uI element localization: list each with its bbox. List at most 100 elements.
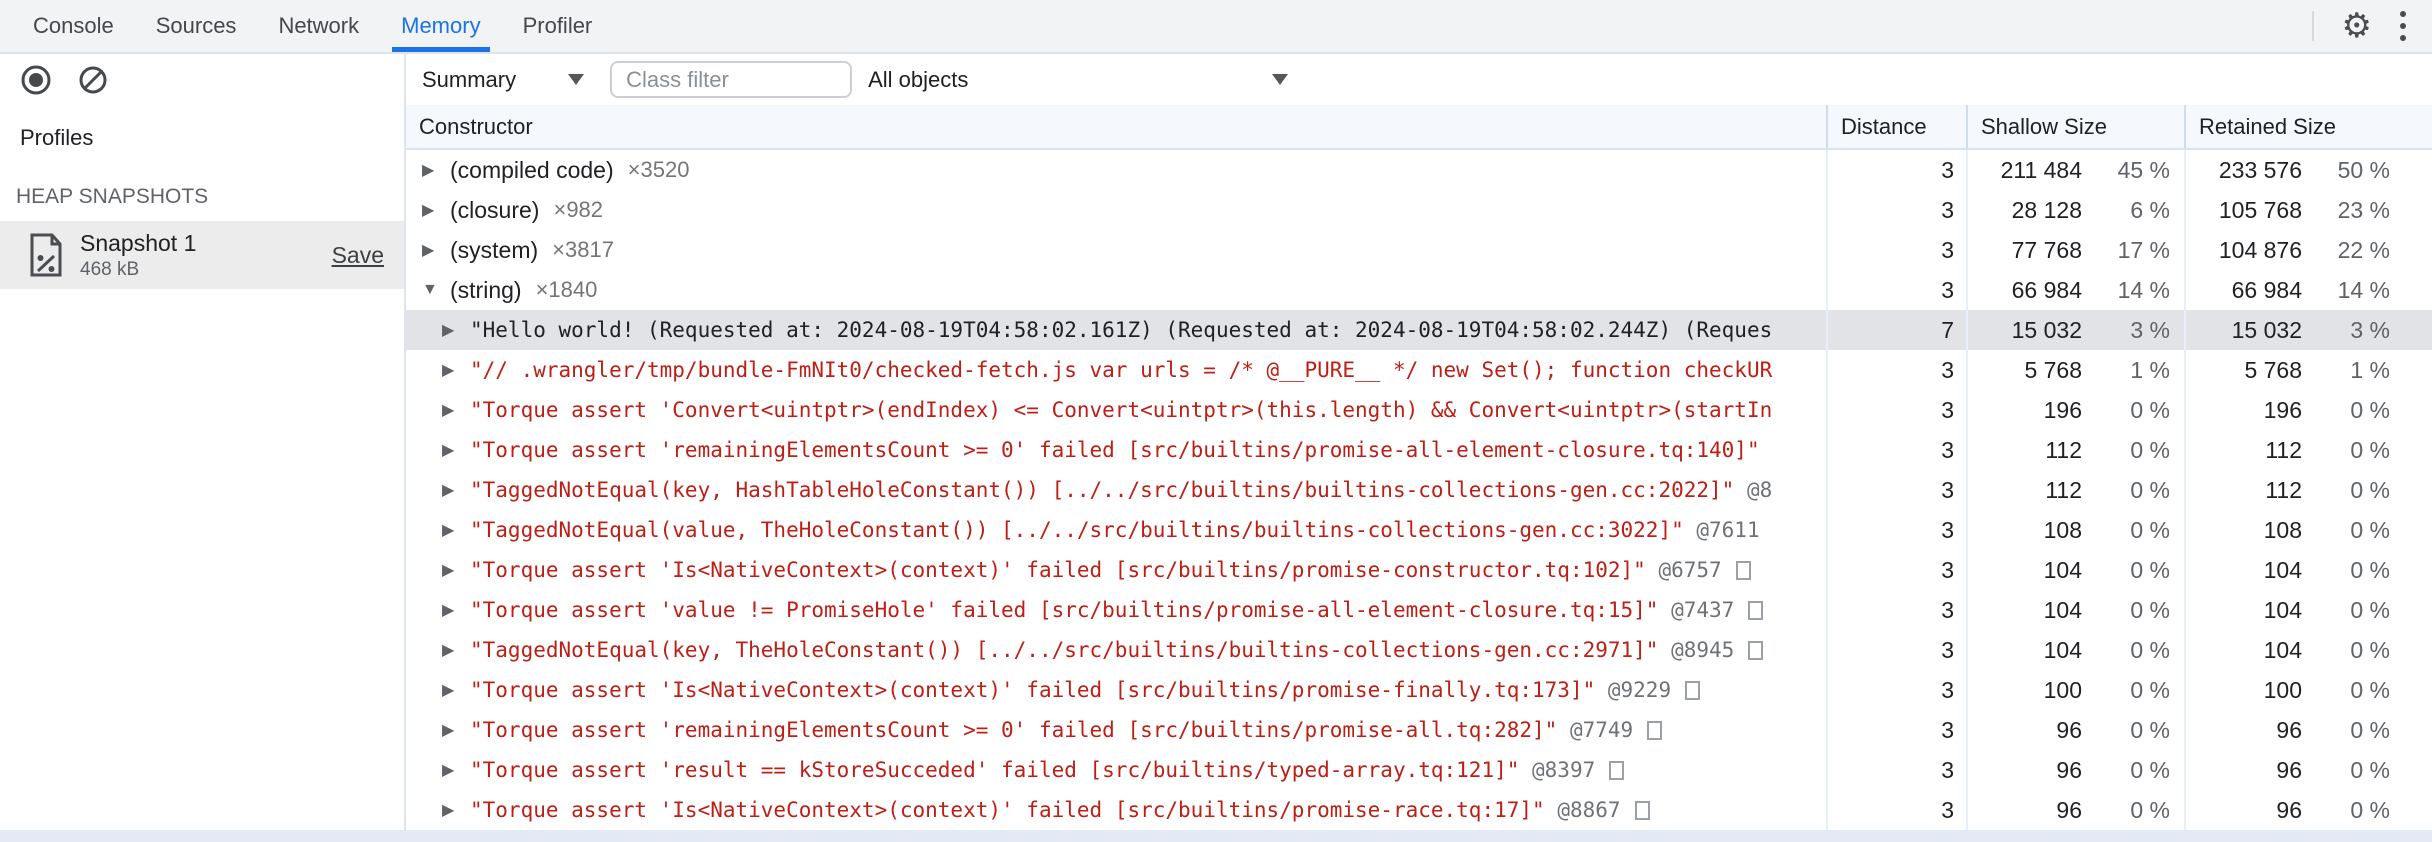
expand-icon[interactable]: ▶: [422, 160, 450, 180]
table-row[interactable]: ▶ (system) ×3817 3 77 768 17 % 104 876 22 %: [406, 230, 2432, 270]
tab-network[interactable]: Network: [257, 0, 380, 52]
heap-snapshot-data-grid: Constructor Distance Shallow Size Retain…: [406, 105, 2432, 830]
shallow-size-percent: 0 %: [2130, 556, 2170, 583]
perspective-select[interactable]: Summary: [422, 66, 585, 93]
constructor-cell: ▶ "Hello world! (Requested at: 2024-08-19…: [406, 310, 1826, 350]
table-row[interactable]: ▶ "Torque assert 'remainingElementsCount …: [406, 710, 2432, 750]
tab-memory[interactable]: Memory: [380, 0, 501, 52]
table-row[interactable]: ▶ "Torque assert 'result == kStoreSuccede…: [406, 750, 2432, 790]
expand-icon[interactable]: ▶: [442, 640, 470, 660]
shallow-size-cell: 104 0 %: [1966, 550, 2184, 590]
collapse-icon[interactable]: ▼: [422, 281, 450, 299]
header-shallow-size[interactable]: Shallow Size: [1966, 105, 2184, 148]
constructor-name: (system): [450, 236, 539, 263]
expand-icon[interactable]: ▶: [442, 320, 470, 340]
shallow-size-value: 96: [2056, 796, 2082, 823]
table-row[interactable]: ▶ "Hello world! (Requested at: 2024-08-19…: [406, 310, 2432, 350]
shallow-size-percent: 0 %: [2130, 716, 2170, 743]
constructor-name: (compiled code): [450, 156, 614, 183]
table-row[interactable]: ▼ (string) ×1840 3 66 984 14 % 66 984 14 %: [406, 270, 2432, 310]
string-value: "TaggedNotEqual(key, TheHoleConstant()) …: [470, 638, 1659, 662]
expand-icon[interactable]: ▶: [442, 520, 470, 540]
table-row[interactable]: ▶ "Torque assert 'Is<NativeContext>(conte…: [406, 790, 2432, 830]
distance-cell: 3: [1826, 670, 1966, 710]
table-row[interactable]: ▶ "Torque assert 'Is<NativeContext>(conte…: [406, 670, 2432, 710]
table-row[interactable]: ▶ "// .wrangler/tmp/bundle-FmNIt0/checked…: [406, 350, 2432, 390]
string-value: "Torque assert 'Convert<uintptr>(endInde…: [470, 398, 1773, 422]
expand-icon[interactable]: ▶: [442, 440, 470, 460]
instance-count: ×3520: [627, 157, 690, 182]
expand-icon[interactable]: ▶: [442, 720, 470, 740]
constructor-name: (closure): [450, 196, 540, 223]
header-distance[interactable]: Distance: [1826, 105, 1966, 148]
string-value: "TaggedNotEqual(key, HashTableHoleConsta…: [470, 478, 1735, 502]
retained-size-value: 100: [2263, 676, 2302, 703]
string-value: "Hello world! (Requested at: 2024-08-19T…: [470, 318, 1773, 342]
snapshot-name: Snapshot 1: [80, 229, 197, 256]
take-heap-snapshot-button[interactable]: [20, 64, 52, 96]
retained-size-cell: 96 0 %: [2184, 790, 2430, 830]
retained-size-percent: 14 %: [2337, 276, 2390, 303]
constructor-cell: ▶ "Torque assert 'remainingElementsCount …: [406, 430, 1826, 470]
more-options-kebab-icon[interactable]: [2400, 11, 2406, 41]
header-retained-size[interactable]: Retained Size: [2184, 105, 2430, 148]
string-value: "TaggedNotEqual(value, TheHoleConstant()…: [470, 518, 1684, 542]
retained-size-cell: 108 0 %: [2184, 510, 2430, 550]
expand-icon[interactable]: ▶: [442, 680, 470, 700]
retained-size-value: 15 032: [2231, 316, 2302, 343]
profiles-sidebar: Profiles HEAP SNAPSHOTS Snapshot 1 468 k…: [0, 105, 406, 830]
table-row[interactable]: ▶ "Torque assert 'value != PromiseHole' f…: [406, 590, 2432, 630]
perspective-select-label: Summary: [422, 66, 517, 92]
distance-cell: 3: [1826, 630, 1966, 670]
tab-sources[interactable]: Sources: [135, 0, 258, 52]
retained-size-value: 104: [2263, 636, 2302, 663]
expand-icon[interactable]: ▶: [442, 360, 470, 380]
shallow-size-cell: 104 0 %: [1966, 590, 2184, 630]
expand-icon[interactable]: ▶: [442, 560, 470, 580]
class-filter-input[interactable]: [610, 61, 853, 98]
object-box-icon: [1634, 800, 1650, 820]
shallow-size-cell: 77 768 17 %: [1966, 230, 2184, 270]
table-row[interactable]: ▶ "TaggedNotEqual(key, HashTableHoleConst…: [406, 470, 2432, 510]
clear-profiles-button[interactable]: [78, 65, 108, 95]
header-constructor[interactable]: Constructor: [406, 105, 1826, 148]
table-row[interactable]: ▶ "Torque assert 'Is<NativeContext>(conte…: [406, 550, 2432, 590]
table-row[interactable]: ▶ "Torque assert 'Convert<uintptr>(endInd…: [406, 390, 2432, 430]
expand-icon[interactable]: ▶: [442, 760, 470, 780]
tab-profiler[interactable]: Profiler: [502, 0, 614, 52]
snapshot-list-item[interactable]: Snapshot 1 468 kB Save: [0, 221, 404, 289]
expand-icon[interactable]: ▶: [422, 240, 450, 260]
expand-icon[interactable]: ▶: [442, 400, 470, 420]
table-row[interactable]: ▶ (compiled code) ×3520 3 211 484 45 % 233 576…: [406, 150, 2432, 190]
string-value: "Torque assert 'value != PromiseHole' fa…: [470, 598, 1659, 622]
expand-icon[interactable]: ▶: [442, 480, 470, 500]
constructor-cell: ▶ "Torque assert 'Is<NativeContext>(conte…: [406, 670, 1826, 710]
expand-icon[interactable]: ▶: [422, 200, 450, 220]
object-id: @7611: [1683, 518, 1760, 542]
retained-size-percent: 0 %: [2350, 556, 2390, 583]
table-row[interactable]: ▶ (closure) ×982 3 28 128 6 % 105 768 23 %: [406, 190, 2432, 230]
constructor-cell: ▶ "TaggedNotEqual(key, HashTableHoleConst…: [406, 470, 1826, 510]
retained-size-cell: 105 768 23 %: [2184, 190, 2430, 230]
shallow-size-percent: 0 %: [2130, 796, 2170, 823]
retained-size-cell: 66 984 14 %: [2184, 270, 2430, 310]
retained-size-cell: 5 768 1 %: [2184, 350, 2430, 390]
settings-gear-icon[interactable]: ⚙: [2342, 9, 2372, 43]
save-link[interactable]: Save: [332, 242, 384, 269]
distance-cell: 3: [1826, 550, 1966, 590]
shallow-size-percent: 0 %: [2130, 396, 2170, 423]
object-box-icon: [1735, 560, 1751, 580]
expand-icon[interactable]: ▶: [442, 600, 470, 620]
shallow-size-value: 104: [2043, 556, 2082, 583]
shallow-size-value: 96: [2056, 716, 2082, 743]
object-scope-select[interactable]: All objects: [868, 67, 1289, 93]
retained-size-cell: 96 0 %: [2184, 750, 2430, 790]
distance-cell: 7: [1826, 310, 1966, 350]
table-row[interactable]: ▶ "Torque assert 'remainingElementsCount …: [406, 430, 2432, 470]
tab-console[interactable]: Console: [12, 0, 135, 52]
retained-size-value: 96: [2276, 716, 2302, 743]
table-row[interactable]: ▶ "TaggedNotEqual(value, TheHoleConstant(…: [406, 510, 2432, 550]
expand-icon[interactable]: ▶: [442, 800, 470, 820]
table-row[interactable]: ▶ "TaggedNotEqual(key, TheHoleConstant())…: [406, 630, 2432, 670]
distance-cell: 3: [1826, 390, 1966, 430]
